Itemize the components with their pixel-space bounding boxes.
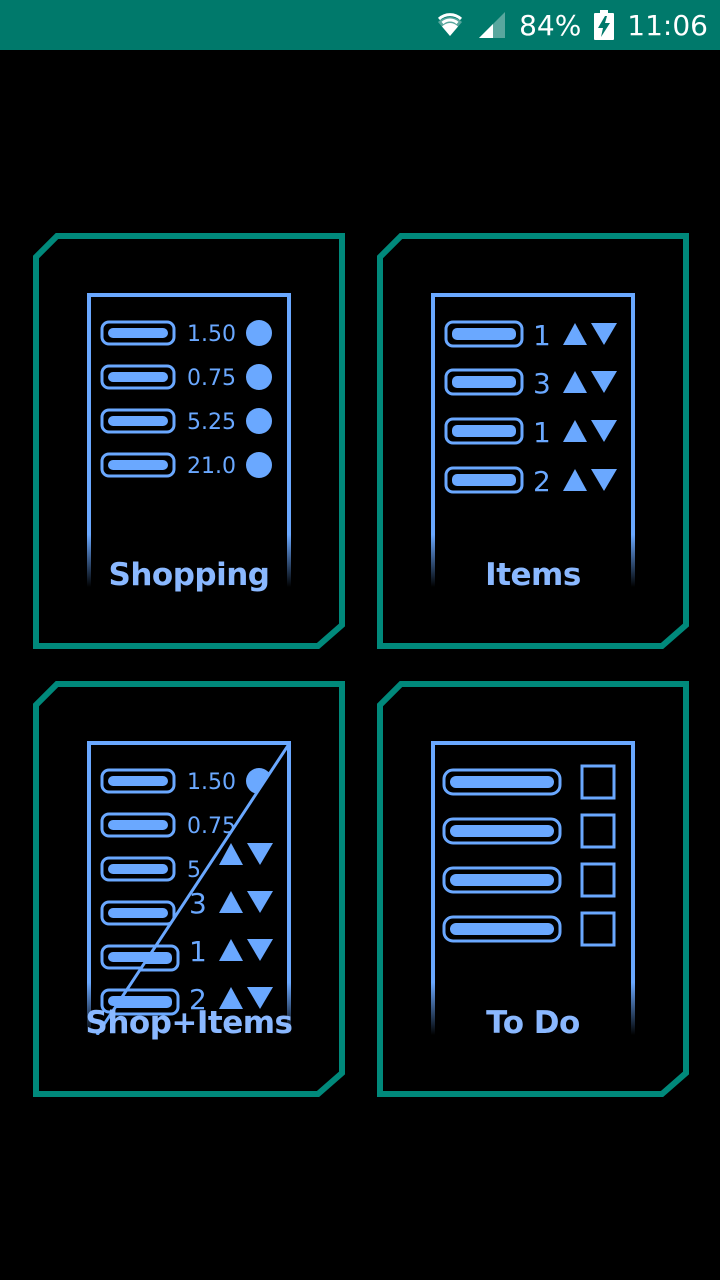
todo-preview [431,741,635,1035]
tile-shopping[interactable]: 1.50 0.75 5.25 21.0 Shopping [33,233,345,649]
tile-todo[interactable]: To Do [377,681,689,1097]
price-2: 0.75 [187,366,236,391]
tile-label: Shop+Items [85,1005,294,1041]
qty-1: 1 [533,319,551,352]
app-grid: 1.50 0.75 5.25 21.0 Shopping 1 3 1 2 Ite… [0,0,720,1280]
combo-price-1: 1.50 [187,770,236,795]
tile-label: Items [485,557,581,593]
price-1: 1.50 [187,322,236,347]
qty-2: 3 [533,367,551,400]
shop-items-preview: 1.50 0.75 5 3 1 2 [87,741,291,1035]
price-3: 5.25 [187,410,236,435]
tile-items[interactable]: 1 3 1 2 Items [377,233,689,649]
qty-3: 1 [533,416,551,449]
tile-label: To Do [486,1005,580,1041]
tile-shop-items[interactable]: 1.50 0.75 5 3 1 2 Shop+Items [33,681,345,1097]
tile-label: Shopping [108,557,270,593]
items-preview: 1 3 1 2 [431,293,635,587]
combo-qty-2: 1 [189,935,207,968]
shopping-preview: 1.50 0.75 5.25 21.0 [87,293,291,587]
price-4: 21.0 [187,454,236,479]
qty-4: 2 [533,465,551,498]
